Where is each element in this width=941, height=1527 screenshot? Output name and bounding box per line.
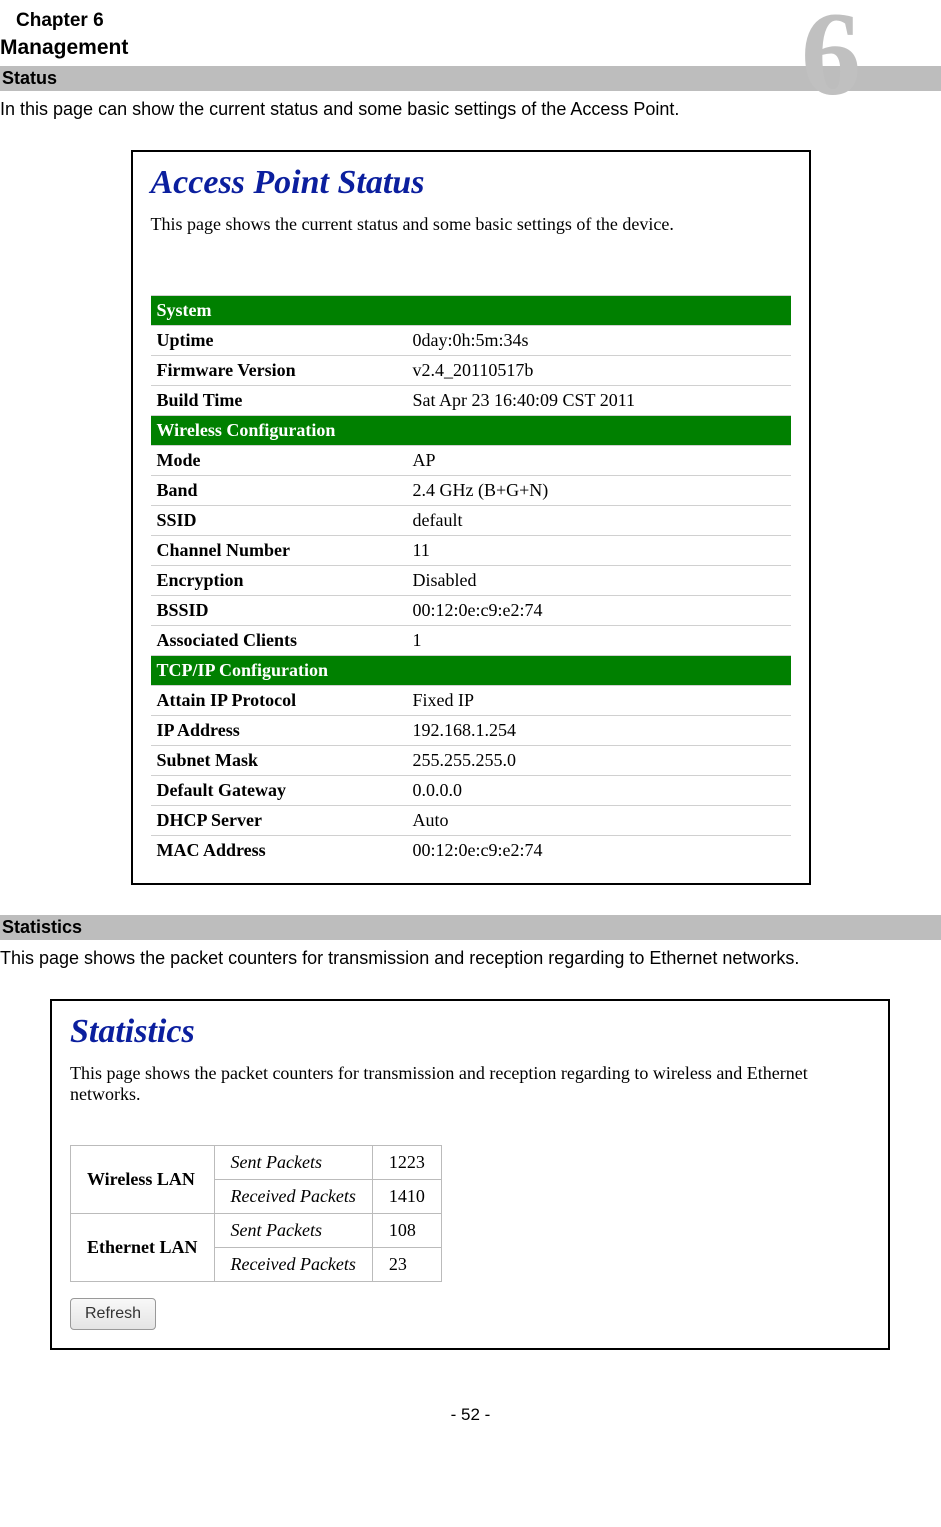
stats-metric-label: Sent Packets xyxy=(214,1214,372,1248)
status-value: 1 xyxy=(407,626,791,656)
statistics-panel-title: Statistics xyxy=(70,1013,870,1061)
stats-metric-label: Received Packets xyxy=(214,1180,372,1214)
status-section-header: TCP/IP Configuration xyxy=(151,656,791,686)
status-value: 192.168.1.254 xyxy=(407,716,791,746)
status-table: SystemUptime0day:0h:5m:34sFirmware Versi… xyxy=(151,295,791,865)
table-row: Attain IP ProtocolFixed IP xyxy=(151,686,791,716)
table-row: MAC Address00:12:0e:c9:e2:74 xyxy=(151,836,791,866)
status-label: MAC Address xyxy=(151,836,407,866)
stats-metric-value: 23 xyxy=(372,1248,441,1282)
status-value: v2.4_20110517b xyxy=(407,356,791,386)
page-number: - 52 - xyxy=(0,1380,941,1425)
status-label: SSID xyxy=(151,506,407,536)
status-section-header: Wireless Configuration xyxy=(151,416,791,446)
status-value: 0.0.0.0 xyxy=(407,776,791,806)
status-label: Subnet Mask xyxy=(151,746,407,776)
status-value: 2.4 GHz (B+G+N) xyxy=(407,476,791,506)
table-row: Wireless LANSent Packets1223 xyxy=(71,1146,442,1180)
chapter-number-decor: 6 xyxy=(801,0,861,108)
status-value: Sat Apr 23 16:40:09 CST 2011 xyxy=(407,386,791,416)
status-value: default xyxy=(407,506,791,536)
table-row: Build TimeSat Apr 23 16:40:09 CST 2011 xyxy=(151,386,791,416)
stats-metric-label: Received Packets xyxy=(214,1248,372,1282)
stats-metric-value: 1223 xyxy=(372,1146,441,1180)
management-title: Management xyxy=(0,36,941,66)
stats-metric-value: 1410 xyxy=(372,1180,441,1214)
status-value: 00:12:0e:c9:e2:74 xyxy=(407,836,791,866)
table-row: ModeAP xyxy=(151,446,791,476)
status-value: 00:12:0e:c9:e2:74 xyxy=(407,596,791,626)
status-label: Mode xyxy=(151,446,407,476)
table-row: Band2.4 GHz (B+G+N) xyxy=(151,476,791,506)
status-value: 0day:0h:5m:34s xyxy=(407,326,791,356)
status-value: Disabled xyxy=(407,566,791,596)
chapter-label: Chapter 6 xyxy=(0,0,941,36)
status-label: Attain IP Protocol xyxy=(151,686,407,716)
statistics-intro: This page shows the packet counters for … xyxy=(0,940,941,999)
status-label: IP Address xyxy=(151,716,407,746)
status-value: AP xyxy=(407,446,791,476)
statistics-heading: Statistics xyxy=(0,915,941,940)
table-row: IP Address192.168.1.254 xyxy=(151,716,791,746)
statistics-panel-subtitle: This page shows the packet counters for … xyxy=(70,1061,870,1115)
status-section-header: System xyxy=(151,296,791,326)
table-row: Uptime0day:0h:5m:34s xyxy=(151,326,791,356)
table-row: BSSID00:12:0e:c9:e2:74 xyxy=(151,596,791,626)
status-label: Firmware Version xyxy=(151,356,407,386)
status-label: Build Time xyxy=(151,386,407,416)
status-intro: In this page can show the current status… xyxy=(0,91,941,150)
stats-interface-name: Ethernet LAN xyxy=(71,1214,215,1282)
status-label: Default Gateway xyxy=(151,776,407,806)
table-row: Firmware Versionv2.4_20110517b xyxy=(151,356,791,386)
table-row: Channel Number11 xyxy=(151,536,791,566)
table-row: DHCP ServerAuto xyxy=(151,806,791,836)
status-value: Auto xyxy=(407,806,791,836)
status-label: Channel Number xyxy=(151,536,407,566)
refresh-button[interactable]: Refresh xyxy=(70,1298,156,1330)
table-row: Associated Clients1 xyxy=(151,626,791,656)
status-screenshot: Access Point Status This page shows the … xyxy=(131,150,811,885)
status-label: Uptime xyxy=(151,326,407,356)
status-label: Encryption xyxy=(151,566,407,596)
stats-metric-value: 108 xyxy=(372,1214,441,1248)
status-label: DHCP Server xyxy=(151,806,407,836)
table-row: Default Gateway0.0.0.0 xyxy=(151,776,791,806)
status-label: Associated Clients xyxy=(151,626,407,656)
status-label: Band xyxy=(151,476,407,506)
table-row: SSIDdefault xyxy=(151,506,791,536)
table-row: Ethernet LANSent Packets108 xyxy=(71,1214,442,1248)
status-label: BSSID xyxy=(151,596,407,626)
status-heading: Status xyxy=(0,66,941,91)
status-value: Fixed IP xyxy=(407,686,791,716)
table-row: Subnet Mask255.255.255.0 xyxy=(151,746,791,776)
stats-interface-name: Wireless LAN xyxy=(71,1146,215,1214)
status-value: 11 xyxy=(407,536,791,566)
statistics-screenshot: Statistics This page shows the packet co… xyxy=(50,999,890,1350)
stats-metric-label: Sent Packets xyxy=(214,1146,372,1180)
statistics-table: Wireless LANSent Packets1223Received Pac… xyxy=(70,1145,442,1282)
table-row: EncryptionDisabled xyxy=(151,566,791,596)
status-panel-subtitle: This page shows the current status and s… xyxy=(151,212,791,295)
status-value: 255.255.255.0 xyxy=(407,746,791,776)
status-panel-title: Access Point Status xyxy=(151,164,791,212)
